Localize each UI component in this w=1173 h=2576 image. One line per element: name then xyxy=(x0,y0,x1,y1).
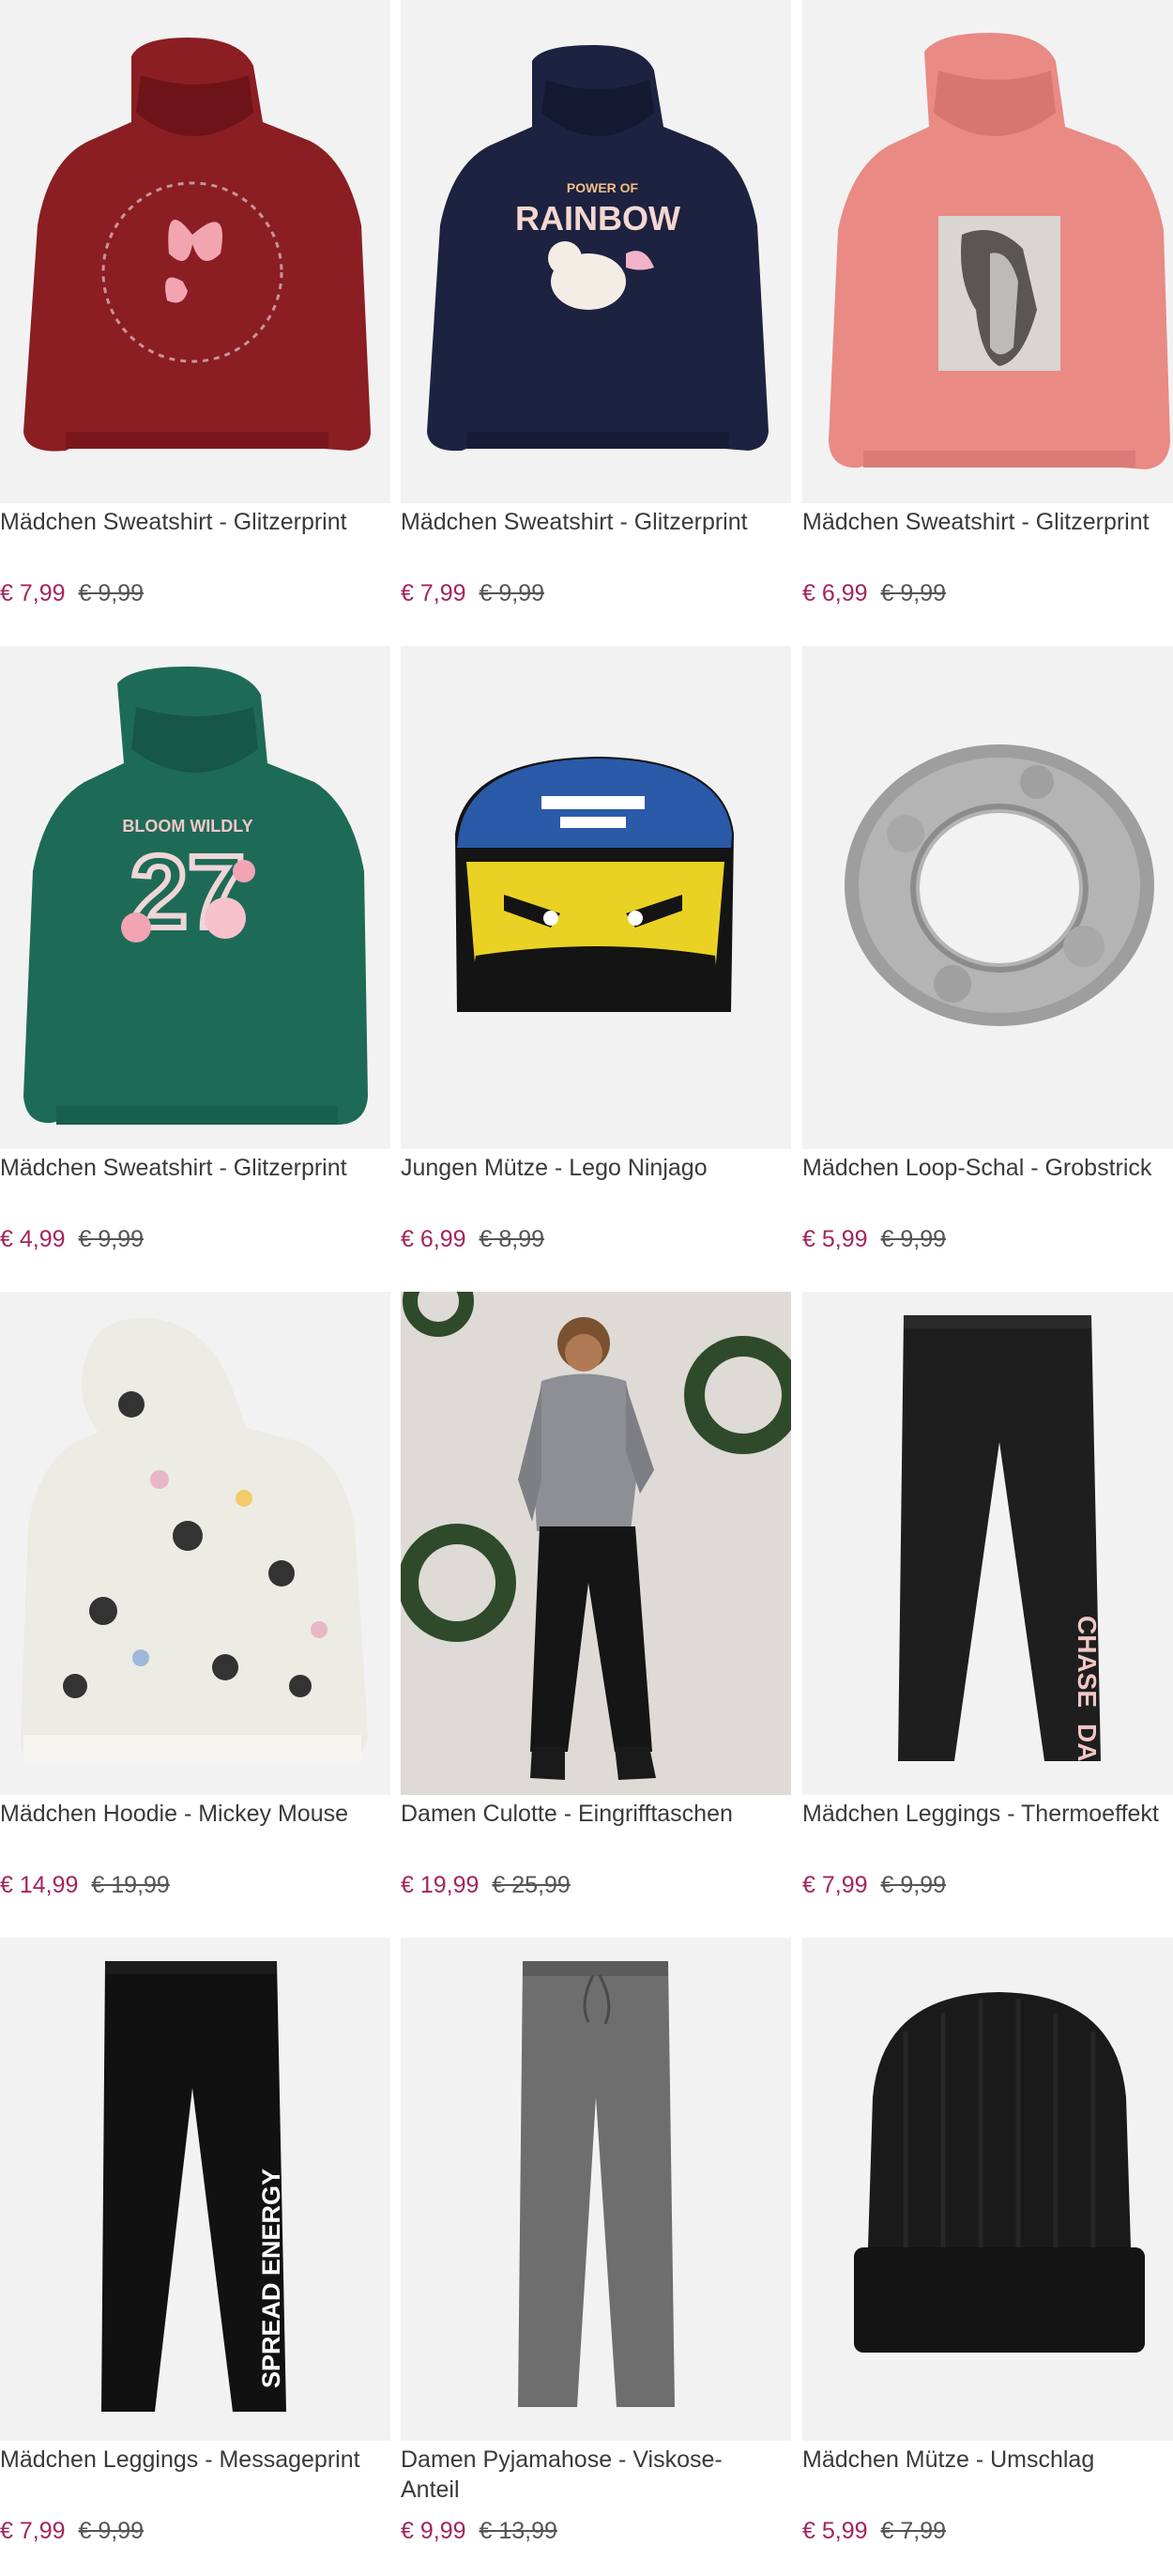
product-card[interactable]: Jungen Mütze - Lego Ninjago € 6,99 € 8,99 xyxy=(401,646,791,1284)
product-price: € 4,99 xyxy=(0,1226,66,1252)
navy-hoodie-image: POWER OF RAINBOW xyxy=(427,45,769,452)
product-image[interactable] xyxy=(0,1292,390,1795)
product-prices: € 14,99 € 19,99 xyxy=(0,1866,170,1904)
grey-scarf-image xyxy=(845,744,1154,1026)
product-prices: € 7,99 € 9,99 xyxy=(0,2512,144,2550)
product-price: € 7,99 xyxy=(0,580,66,606)
product-old-price: € 13,99 xyxy=(479,2518,557,2544)
red-hoodie-image xyxy=(23,38,371,452)
woman-culotte-photo xyxy=(401,1292,791,1795)
product-image[interactable]: POWER OF RAINBOW xyxy=(401,0,791,503)
product-old-price: € 9,99 xyxy=(78,1226,145,1252)
print-text: CHASE xyxy=(1073,1616,1102,1708)
product-old-price: € 19,99 xyxy=(91,1872,170,1898)
product-price: € 9,99 xyxy=(401,2518,466,2544)
product-prices: € 6,99 € 8,99 xyxy=(401,1220,544,1258)
product-price: € 7,99 xyxy=(401,580,466,606)
product-old-price: € 9,99 xyxy=(880,580,947,606)
pink-hoodie-image xyxy=(829,33,1170,469)
product-name[interactable]: Mädchen Hoodie - Mickey Mouse xyxy=(0,1799,413,1829)
product-old-price: € 25,99 xyxy=(492,1872,571,1898)
product-image[interactable] xyxy=(802,646,1173,1149)
product-price: € 6,99 xyxy=(802,580,868,606)
product-prices: € 4,99 € 9,99 xyxy=(0,1220,144,1258)
product-card[interactable]: Damen Culotte - Eingrifftaschen € 19,99 €… xyxy=(401,1292,791,1930)
product-card[interactable]: Mädchen Mütze - Umschlag € 5,99 € 7,99 xyxy=(802,1938,1173,2576)
product-price: € 7,99 xyxy=(0,2518,66,2544)
green-hoodie-image: BLOOM WILDLY 27 xyxy=(23,667,368,1125)
product-price: € 7,99 xyxy=(802,1872,868,1898)
product-old-price: € 8,99 xyxy=(479,1226,545,1252)
product-name[interactable]: Mädchen Sweatshirt - Glitzerprint xyxy=(0,507,413,537)
product-image[interactable]: CHASE DA xyxy=(802,1292,1173,1795)
print-text: RAINBOW xyxy=(515,199,680,238)
product-old-price: € 9,99 xyxy=(78,2518,145,2544)
product-price: € 14,99 xyxy=(0,1872,79,1898)
product-prices: € 9,99 € 13,99 xyxy=(401,2512,557,2550)
product-prices: € 5,99 € 9,99 xyxy=(802,1220,946,1258)
black-beanie-image xyxy=(854,1992,1145,2353)
product-card[interactable]: Mädchen Hoodie - Mickey Mouse € 14,99 € 1… xyxy=(0,1292,390,1930)
product-card[interactable]: CHASE DA Mädchen Leggings - Thermoeffekt… xyxy=(802,1292,1173,1930)
product-image[interactable] xyxy=(802,1938,1173,2441)
product-old-price: € 9,99 xyxy=(880,1872,947,1898)
product-image[interactable] xyxy=(401,1292,791,1795)
product-name[interactable]: Mädchen Leggings - Messageprint xyxy=(0,2445,413,2475)
print-text: SPREAD ENERGY xyxy=(257,2169,285,2388)
black-leggings-image: CHASE DA xyxy=(898,1315,1102,1761)
product-image[interactable] xyxy=(401,646,791,1149)
product-old-price: € 9,99 xyxy=(880,1226,947,1252)
print-text: POWER OF xyxy=(567,180,639,195)
product-prices: € 7,99 € 9,99 xyxy=(401,575,544,612)
print-text: BLOOM WILDLY xyxy=(122,817,252,836)
product-card[interactable]: POWER OF RAINBOW Mädchen Sweatshirt - Gl… xyxy=(401,0,791,638)
product-name[interactable]: Damen Pyjamahose - Viskose-Anteil xyxy=(401,2445,776,2505)
product-prices: € 19,99 € 25,99 xyxy=(401,1866,571,1904)
product-card[interactable]: Damen Pyjamahose - Viskose-Anteil € 9,99… xyxy=(401,1938,791,2576)
product-name[interactable]: Mädchen Sweatshirt - Glitzerprint xyxy=(401,507,814,537)
product-image[interactable]: BLOOM WILDLY 27 xyxy=(0,646,390,1149)
product-old-price: € 9,99 xyxy=(78,580,145,606)
product-name[interactable]: Mädchen Loop-Schal - Grobstrick xyxy=(802,1153,1173,1183)
ninjago-beanie-image xyxy=(455,757,734,1012)
product-image[interactable] xyxy=(401,1938,791,2441)
product-prices: € 5,99 € 7,99 xyxy=(802,2512,946,2550)
product-price: € 5,99 xyxy=(802,2518,868,2544)
product-card[interactable]: SPREAD ENERGY Mädchen Leggings - Message… xyxy=(0,1938,390,2576)
product-card[interactable]: Mädchen Loop-Schal - Grobstrick € 5,99 € … xyxy=(802,646,1173,1284)
product-name[interactable]: Mädchen Sweatshirt - Glitzerprint xyxy=(802,507,1173,537)
product-name[interactable]: Jungen Mütze - Lego Ninjago xyxy=(401,1153,814,1183)
product-image[interactable] xyxy=(802,0,1173,503)
product-name[interactable]: Mädchen Leggings - Thermoeffekt xyxy=(802,1799,1173,1829)
mickey-hoodie-image xyxy=(20,1317,369,1761)
product-prices: € 7,99 € 9,99 xyxy=(0,575,144,612)
product-old-price: € 7,99 xyxy=(880,2518,947,2544)
product-price: € 19,99 xyxy=(401,1872,480,1898)
product-card[interactable]: Mädchen Sweatshirt - Glitzerprint € 7,99… xyxy=(0,0,390,638)
product-grid: Mädchen Sweatshirt - Glitzerprint € 7,99… xyxy=(0,0,1173,2571)
product-name[interactable]: Mädchen Sweatshirt - Glitzerprint xyxy=(0,1153,413,1183)
grey-pyjama-pants-image xyxy=(518,1961,675,2407)
product-old-price: € 9,99 xyxy=(479,580,545,606)
product-price: € 5,99 xyxy=(802,1226,868,1252)
product-card[interactable]: BLOOM WILDLY 27 Mädchen Sweatshirt - Gli… xyxy=(0,646,390,1284)
product-price: € 6,99 xyxy=(401,1226,466,1252)
product-card[interactable]: Mädchen Sweatshirt - Glitzerprint € 6,99… xyxy=(802,0,1173,638)
print-text: DA xyxy=(1073,1724,1102,1761)
product-image[interactable]: SPREAD ENERGY xyxy=(0,1938,390,2441)
black-leggings-image: SPREAD ENERGY xyxy=(101,1961,286,2412)
product-image[interactable] xyxy=(0,0,390,503)
product-prices: € 7,99 € 9,99 xyxy=(802,1866,946,1904)
product-prices: € 6,99 € 9,99 xyxy=(802,575,946,612)
product-name[interactable]: Damen Culotte - Eingrifftaschen xyxy=(401,1799,814,1829)
product-name[interactable]: Mädchen Mütze - Umschlag xyxy=(802,2445,1173,2475)
